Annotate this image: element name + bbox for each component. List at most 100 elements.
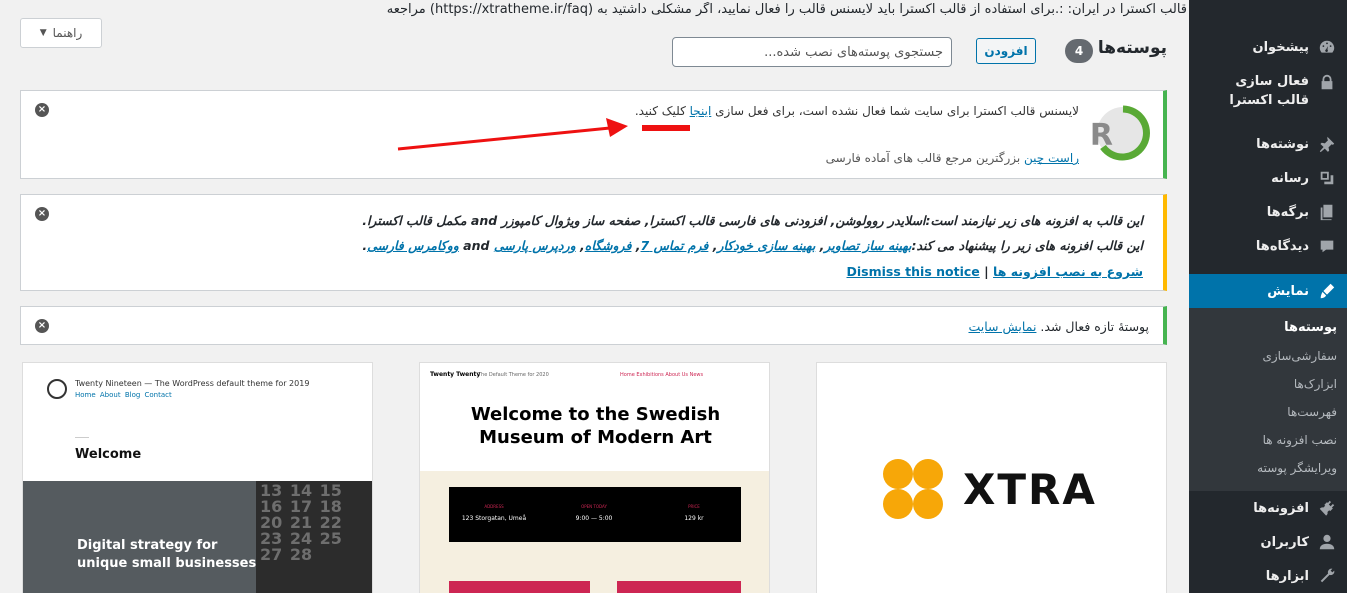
submenu-item-customize[interactable]: سفارشی‌سازی — [1262, 349, 1337, 363]
hero-title-line-2: Museum of Modern Art — [479, 427, 712, 448]
appearance-submenu: پوسته‌ها سفارشی‌سازی ابزارک‌ها فهرست‌ها … — [1189, 308, 1347, 491]
sidebar-item-label: کاربران — [1260, 534, 1309, 550]
admin-sidebar: پیشخوان فعال سازی قالب اکسترا نوشته‌ها ر… — [1181, 0, 1347, 593]
sidebar-item-label: نوشته‌ها — [1256, 136, 1309, 152]
theme-tag: The Default Theme for 2020 — [478, 372, 549, 378]
comments-icon — [1317, 236, 1337, 256]
hero-title-line-1: Welcome to the Swedish — [470, 404, 721, 425]
submenu-item-install-plugins[interactable]: نصب افزونه ها — [1263, 433, 1337, 447]
submenu-item-menus[interactable]: فهرست‌ها — [1287, 405, 1337, 419]
red-image-block — [617, 581, 741, 593]
sidebar-item-xtra-activation[interactable]: فعال سازی قالب اکسترا — [1189, 72, 1347, 108]
sidebar-item-users[interactable]: کاربران — [1189, 532, 1347, 552]
activated-text: پوستهٔ تازه فعال شد. — [1036, 319, 1149, 334]
theme-hero-title: Welcome to the Swedish Museum of Modern … — [420, 403, 769, 449]
theme-card-twenty-twenty[interactable]: Twenty Twenty The Default Theme for 2020… — [419, 362, 770, 593]
lock-icon — [1317, 72, 1337, 92]
info-bar: ADDRESS 123 Storgatan, Umeå OPEN TODAY 9… — [449, 487, 741, 542]
license-text-after: کلیک کنید. — [634, 104, 690, 118]
help-button[interactable]: راهنما ▼ — [20, 18, 102, 48]
sidebar-item-media[interactable]: رسانه — [1189, 168, 1347, 188]
info-key: PRICE — [688, 504, 700, 509]
sidebar-item-posts[interactable]: نوشته‌ها — [1189, 134, 1347, 154]
license-message: لایسنس قالب اکسترا برای سایت شما فعال نش… — [635, 104, 1079, 118]
required-plugins-text: این قالب به افزونه های زیر نیازمند است:ا… — [362, 213, 1143, 228]
license-notice: R لایسنس قالب اکسترا برای سایت شما فعال … — [20, 90, 1167, 179]
recommended-plugin-link[interactable]: بهینه ساز تصاویر — [824, 238, 911, 253]
plugin-notice-actions: شروع به نصب افزونه ها | Dismiss this not… — [847, 264, 1143, 279]
calendar-image: 13 14 15 16 17 18 20 21 22 23 24 25 27 2… — [256, 481, 372, 593]
sidebar-item-dashboard[interactable]: پیشخوان — [1189, 37, 1347, 57]
users-icon — [1317, 532, 1337, 552]
dismiss-icon[interactable]: × — [35, 319, 49, 333]
submenu-item-widgets[interactable]: ابزارک‌ها — [1294, 377, 1337, 391]
red-image-block — [449, 581, 590, 593]
top-license-notice: قالب اکسترا در ایران: :.برای استفاده از … — [387, 2, 1187, 17]
xtra-wordmark: XTRA — [963, 464, 1097, 514]
separator: | — [984, 264, 989, 279]
sidebar-item-label: افزونه‌ها — [1253, 500, 1309, 516]
theme-hero: 13 14 15 16 17 18 20 21 22 23 24 25 27 2… — [23, 481, 372, 593]
recommended-plugin-link[interactable]: بهینه سازی خودکار — [717, 238, 815, 253]
theme-card-twenty-nineteen[interactable]: Twenty Nineteen — The WordPress default … — [22, 362, 373, 593]
sidebar-item-label: برگه‌ها — [1266, 204, 1309, 220]
info-key: ADDRESS — [484, 504, 504, 509]
rtl-theme-link[interactable]: راست چین — [1024, 151, 1079, 165]
sidebar-item-tools[interactable]: ابزارها — [1189, 566, 1347, 586]
divider — [75, 437, 89, 438]
info-col: OPEN TODAY 9:00 — 5:00 — [549, 504, 639, 522]
tagline-line-2: unique small businesses — [77, 556, 257, 571]
theme-card-xtra[interactable]: XTRA — [816, 362, 1167, 593]
recommended-plugin-link[interactable]: وردپرس پارسی — [494, 238, 576, 253]
media-icon — [1317, 168, 1337, 188]
theme-tagline: Digital strategy for unique small busine… — [77, 537, 256, 573]
theme-brand: Twenty Twenty — [430, 371, 481, 378]
license-footer: راست چین بزرگترین مرجع قالب های آماده فا… — [826, 151, 1079, 165]
sidebar-item-pages[interactable]: برگه‌ها — [1189, 202, 1347, 222]
license-text-before: لایسنس قالب اکسترا برای سایت شما فعال نش… — [711, 104, 1079, 118]
info-value: 129 kr — [684, 515, 704, 522]
recommended-plugin-link[interactable]: فروشگاه — [585, 238, 632, 253]
svg-text:R: R — [1091, 118, 1113, 153]
visit-site-link[interactable]: نمایش سایت — [968, 319, 1036, 334]
recommended-plugin-link[interactable]: ووکامرس فارسی — [367, 238, 459, 253]
submenu-item-themes[interactable]: پوسته‌ها — [1284, 320, 1337, 335]
required-plugins-notice: این قالب به افزونه های زیر نیازمند است:ا… — [20, 194, 1167, 291]
theme-count-badge: 4 — [1065, 39, 1093, 63]
brush-icon — [1317, 281, 1337, 301]
dismiss-notice-link[interactable]: Dismiss this notice — [847, 264, 980, 279]
wordpress-logo-icon — [47, 379, 67, 399]
add-new-theme-button[interactable]: افزودن — [976, 38, 1036, 64]
sidebar-item-plugins[interactable]: افزونه‌ها — [1189, 498, 1347, 518]
xtra-logo: XTRA — [883, 459, 1097, 519]
dismiss-icon[interactable]: × — [35, 103, 49, 117]
recommended-prefix: این قالب افزونه های زیر را پیشنهاد می کن… — [911, 238, 1143, 253]
sidebar-item-comments[interactable]: دیدگاه‌ها — [1189, 236, 1347, 256]
sidebar-item-label: پیشخوان — [1252, 39, 1310, 55]
xtra-circles-icon — [883, 459, 943, 519]
caret-down-icon: ▼ — [39, 28, 47, 38]
theme-site-title: Twenty Nineteen — The WordPress default … — [75, 379, 310, 388]
theme-welcome-heading: Welcome — [75, 447, 142, 462]
active-indicator — [1181, 283, 1189, 299]
begin-installing-plugins-link[interactable]: شروع به نصب افزونه ها — [993, 264, 1143, 279]
sidebar-item-label: دیدگاه‌ها — [1255, 238, 1309, 254]
page-title: پوسته‌ها — [1097, 38, 1167, 58]
pages-icon — [1317, 202, 1337, 222]
recommended-plugin-link[interactable]: فرم تماس 7 — [641, 238, 709, 253]
info-col: ADDRESS 123 Storgatan, Umeå — [449, 504, 539, 522]
help-button-label: راهنما — [52, 26, 83, 40]
submenu-item-theme-editor[interactable]: ویرایشگر پوسته — [1257, 461, 1337, 475]
pin-icon — [1317, 134, 1337, 154]
theme-search-input[interactable] — [672, 37, 952, 67]
sidebar-item-appearance[interactable]: نمایش — [1181, 274, 1347, 308]
activate-here-link[interactable]: اینجا — [690, 104, 712, 118]
recommended-plugins-text: این قالب افزونه های زیر را پیشنهاد می کن… — [362, 238, 1143, 253]
theme-header: Twenty Twenty The Default Theme for 2020… — [420, 363, 769, 471]
info-col: PRICE 129 kr — [649, 504, 739, 522]
tools-icon — [1317, 566, 1337, 586]
info-key: OPEN TODAY — [581, 504, 607, 509]
sidebar-item-label: فعال سازی قالب اکسترا — [1229, 74, 1309, 108]
dashboard-icon — [1317, 37, 1337, 57]
dismiss-icon[interactable]: × — [35, 207, 49, 221]
